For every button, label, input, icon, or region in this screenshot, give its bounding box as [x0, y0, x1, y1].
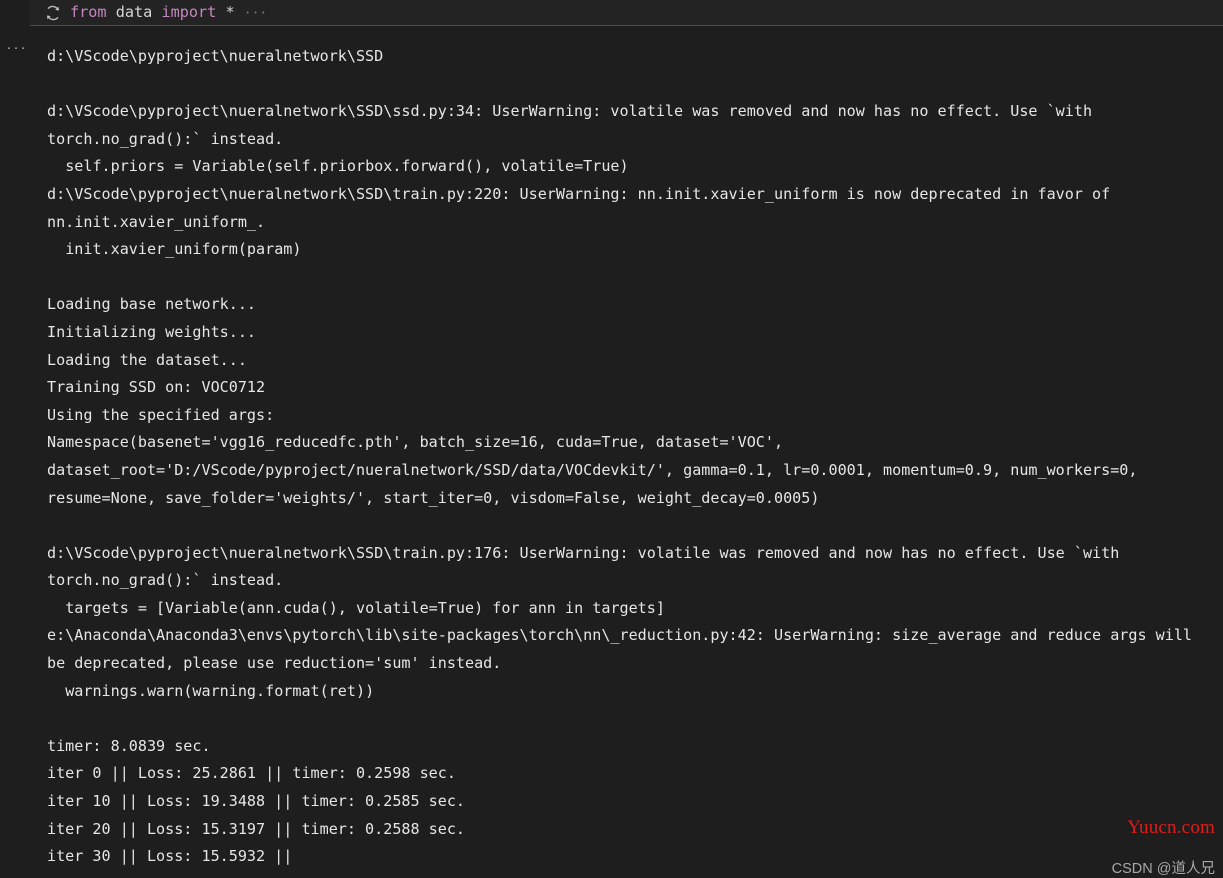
keyword-from: from — [70, 2, 107, 21]
output-line: d:\VScode\pyproject\nueralnetwork\SSD\ss… — [47, 102, 1102, 148]
keyword-import: import — [161, 2, 217, 21]
cell-source-code: from data import * ··· — [70, 3, 267, 23]
output-line: d:\VScode\pyproject\nueralnetwork\SSD\tr… — [47, 184, 1120, 231]
output-line: iter 10 || Loss: 19.3488 || timer: 0.258… — [47, 792, 466, 811]
module-name: data — [106, 2, 162, 21]
watermark-author: CSDN @道人兄 — [1111, 861, 1215, 877]
output-blank-line — [47, 71, 1215, 99]
output-line: Training SSD on: VOC0712 — [47, 378, 266, 397]
output-blank-line — [47, 705, 1215, 733]
import-star: * — [216, 2, 235, 21]
output-line: iter 30 || Loss: 15.5932 || — [47, 847, 293, 866]
output-line: init.xavier_uniform(param) — [47, 240, 302, 259]
output-line: iter 20 || Loss: 15.3197 || timer: 0.258… — [47, 819, 466, 838]
watermark-site: Yuucn.com — [1127, 817, 1215, 838]
output-line: targets = [Variable(ann.cuda(), volatile… — [47, 598, 665, 617]
output-line: d:\VScode\pyproject\nueralnetwork\SSD\tr… — [47, 543, 1129, 590]
output-line: warnings.warn(warning.format(ret)) — [47, 681, 375, 700]
output-line: dataset_root='D:/VScode/pyproject/nueral… — [47, 460, 1138, 479]
output-line: e:\Anaconda\Anaconda3\envs\pytorch\lib\s… — [47, 626, 1202, 673]
output-more-actions-button[interactable]: ··· — [4, 40, 30, 55]
restart-run-icon[interactable] — [44, 4, 62, 22]
output-line: Initializing weights... — [47, 322, 257, 341]
output-line: Loading the dataset... — [47, 350, 247, 369]
code-cell-input-row[interactable]: from data import * ··· — [30, 0, 1223, 25]
output-line: Namespace(basenet='vgg16_reducedfc.pth',… — [47, 433, 784, 452]
code-collapsed-ellipsis[interactable]: ··· — [244, 6, 267, 21]
terminal-output-text: d:\VScode\pyproject\nueralnetwork\SSD d:\… — [47, 43, 1215, 871]
output-line: d:\VScode\pyproject\nueralnetwork\SSD — [47, 47, 384, 65]
output-line: iter 0 || Loss: 25.2861 || timer: 0.2598… — [47, 764, 456, 783]
output-line: resume=None, save_folder='weights/', sta… — [47, 488, 820, 507]
output-line: self.priors = Variable(self.priorbox.for… — [47, 157, 629, 176]
output-blank-line — [47, 512, 1215, 540]
output-line: timer: 8.0839 sec. — [47, 736, 211, 755]
cell-output-area: ··· d:\VScode\pyproject\nueralnetwork\SS… — [0, 26, 1223, 877]
code-cell-header: from data import * ··· — [0, 0, 1223, 26]
output-blank-line — [47, 264, 1215, 292]
output-line: Using the specified args: — [47, 405, 275, 424]
output-line: Loading base network... — [47, 295, 257, 314]
